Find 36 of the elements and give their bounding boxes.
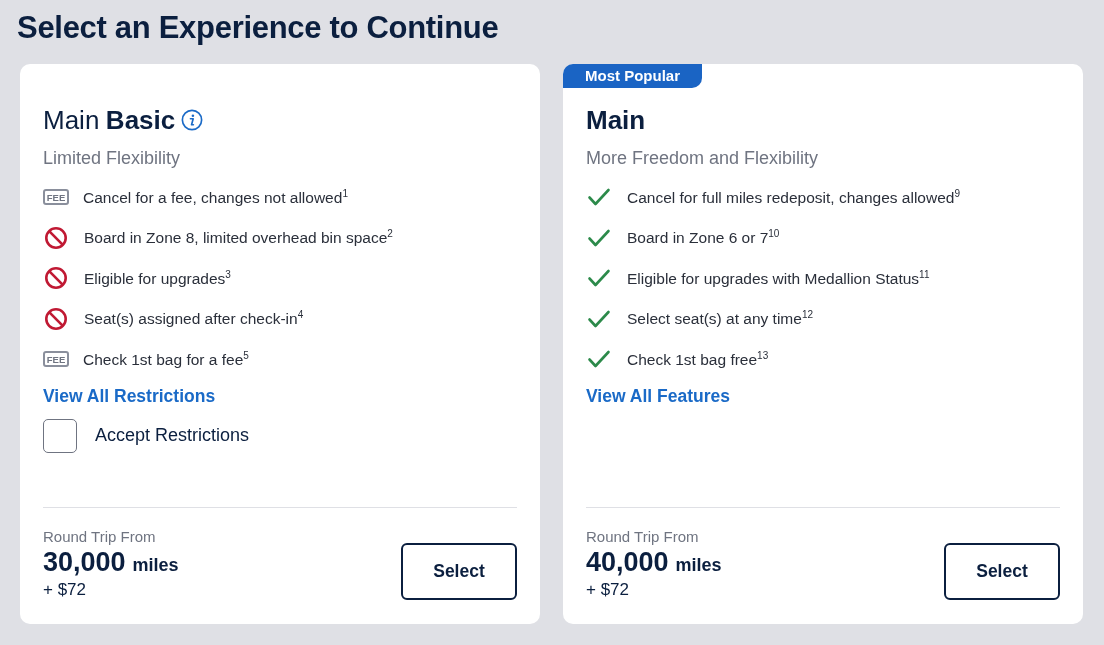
price-label: Round Trip From bbox=[43, 528, 157, 545]
prohibited-icon bbox=[44, 306, 68, 331]
fee-amount: + $72 bbox=[43, 580, 87, 600]
info-icon[interactable] bbox=[181, 109, 204, 131]
feature-text: Check 1st bag free$^{13}$ bbox=[627, 349, 769, 369]
feature-text: Seat(s) assigned after check-in$^{4}$ bbox=[84, 309, 304, 329]
select-button[interactable]: Select bbox=[944, 543, 1060, 600]
fee-badge: FEE bbox=[43, 189, 69, 206]
feature-text: Check 1st bag for a fee$^{5}$ bbox=[83, 349, 249, 369]
fee-badge: FEE bbox=[43, 351, 69, 368]
miles-unit: miles bbox=[675, 555, 722, 576]
prohibited-icon bbox=[44, 266, 68, 291]
fare-title: Main bbox=[586, 104, 646, 136]
page-title: Select an Experience to Continue bbox=[17, 10, 500, 46]
feature-text: Cancel for a fee, changes not allowed$^{1}$ bbox=[83, 187, 348, 207]
feature-text: Eligible for upgrades with Medallion Status$^{11}$ bbox=[627, 268, 930, 288]
prohibited-icon bbox=[44, 225, 68, 250]
feature-text: Eligible for upgrades$^{3}$ bbox=[84, 268, 231, 288]
feature-text: Board in Zone 8, limited overhead bin space$^{2}$ bbox=[84, 228, 393, 248]
view-all-link[interactable]: View All Features bbox=[586, 385, 730, 407]
miles-amount: 40,000 bbox=[586, 547, 669, 578]
miles-amount: 30,000 bbox=[43, 547, 126, 578]
feature-text: Cancel for full miles redeposit, changes allowed$^{9}$ bbox=[627, 187, 960, 207]
fare-subtitle: More Freedom and Flexibility bbox=[586, 148, 820, 169]
feature-text: Select seat(s) at any time$^{12}$ bbox=[627, 309, 813, 329]
fare-title: Main Basic bbox=[43, 104, 176, 136]
price-label: Round Trip From bbox=[586, 528, 700, 545]
popular-badge: Most Popular bbox=[563, 64, 702, 88]
fee-amount: + $72 bbox=[586, 580, 630, 600]
select-button[interactable]: Select bbox=[401, 543, 517, 600]
checkbox[interactable] bbox=[43, 418, 77, 453]
fare-subtitle: Limited Flexibility bbox=[43, 148, 182, 169]
miles-unit: miles bbox=[132, 555, 179, 576]
feature-text: Board in Zone 6 or 7$^{10}$ bbox=[627, 228, 780, 248]
checkbox-label[interactable]: Accept Restrictions bbox=[95, 425, 250, 446]
view-all-link[interactable]: View All Restrictions bbox=[43, 385, 216, 407]
